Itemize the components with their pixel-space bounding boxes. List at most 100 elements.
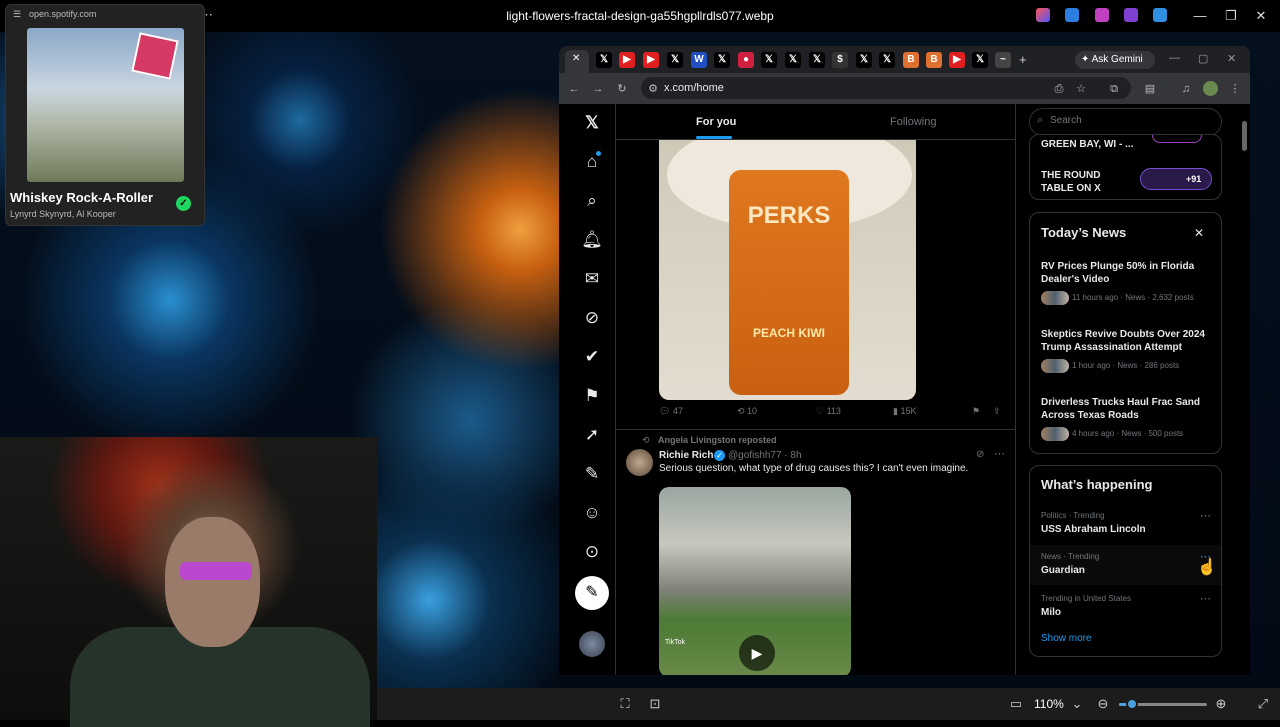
close-icon[interactable]: ✕ (1227, 52, 1236, 65)
profile-icon[interactable]: ☺ (575, 502, 609, 524)
side-panel-icon[interactable]: ▤ (1142, 82, 1158, 96)
repost-button[interactable]: ⟲ 10 (737, 406, 757, 417)
profile-avatar[interactable] (1203, 81, 1218, 96)
news-tab-icon[interactable]: W (691, 52, 707, 68)
repost-count: 10 (747, 406, 758, 416)
author-name[interactable]: Richie Rich (659, 450, 713, 461)
news-title[interactable]: Skeptics Revive Doubts Over 2024 Trump A… (1041, 328, 1216, 354)
trend-name[interactable]: Guardian (1041, 565, 1085, 576)
zoom-in-icon[interactable]: ⊕ (1212, 696, 1230, 712)
bookmark-star-icon[interactable]: ☆ (1073, 82, 1089, 96)
trend-name[interactable]: USS Abraham Lincoln (1041, 524, 1146, 535)
x-tab-icon[interactable]: 𝕏 (972, 52, 988, 68)
tab-for-you[interactable]: For you (696, 116, 736, 128)
trend-name[interactable]: Milo (1041, 607, 1061, 618)
menu-kebab-icon[interactable]: ⋮ (1227, 82, 1243, 96)
news-title[interactable]: Driverless Trucks Haul Frac Sand Across … (1041, 396, 1216, 422)
compose-post-button[interactable]: ✎ (575, 576, 609, 610)
scan-icon[interactable]: ⊡ (646, 696, 664, 712)
copilot-icon[interactable] (1036, 8, 1050, 22)
verified-icon[interactable]: ✔ (575, 346, 609, 368)
live-space-title[interactable]: GREEN BAY, WI - ... (1041, 139, 1133, 150)
post-video[interactable]: TikTok ▶ (659, 487, 851, 675)
app-icon[interactable] (1153, 8, 1167, 22)
site-tab-icon[interactable]: B (926, 52, 942, 68)
close-icon[interactable]: ✕ (1246, 6, 1276, 26)
more-icon[interactable]: ⋯ (994, 447, 1005, 460)
install-icon[interactable]: ⎙ (1051, 82, 1067, 96)
settings-icon[interactable]: ☰ (13, 9, 21, 20)
x-tab-icon[interactable]: 𝕏 (785, 52, 801, 68)
fit-icon[interactable]: ⛶ (616, 696, 634, 712)
site-tab-icon[interactable]: ~ (995, 52, 1011, 68)
saved-check-icon[interactable]: ✓ (176, 196, 191, 211)
show-more-link[interactable]: Show more (1041, 633, 1092, 644)
live-space-avatars[interactable] (1152, 135, 1202, 143)
reload-icon[interactable]: ↻ (614, 82, 630, 96)
forward-icon[interactable]: → (590, 82, 606, 96)
share-icon[interactable]: ⇪ (993, 406, 1001, 417)
post-image[interactable]: PERKS PEACH KIWI (659, 140, 916, 400)
play-icon[interactable]: ▶ (739, 635, 775, 671)
messages-icon[interactable]: ✉ (575, 268, 609, 290)
ask-gemini-button[interactable]: ✦ Ask Gemini (1075, 51, 1155, 69)
reposted-by[interactable]: Angela Livingston reposted (658, 435, 777, 445)
like-button[interactable]: ♡ 113 (816, 406, 841, 417)
minimize-icon[interactable]: — (1169, 52, 1180, 64)
minimize-icon[interactable]: — (1185, 6, 1215, 26)
more-icon[interactable]: ⋯ (1200, 592, 1211, 605)
explore-search-icon[interactable]: ⌕ (575, 190, 609, 212)
more-circle-icon[interactable]: ⊙ (575, 541, 609, 563)
grok-icon[interactable]: ⊘ (575, 307, 609, 329)
articles-icon[interactable]: ✎ (575, 463, 609, 485)
x-logo-icon[interactable]: 𝕏 (575, 112, 609, 134)
site-tab-icon[interactable]: $ (832, 52, 848, 68)
maximize-icon[interactable]: ❐ (1216, 6, 1246, 26)
x-tab-icon[interactable]: 𝕏 (879, 52, 895, 68)
notifications-bell-icon[interactable]: 🔔︎ (575, 229, 609, 251)
app-icon[interactable] (1065, 8, 1079, 22)
news-tab-icon[interactable]: ● (738, 52, 754, 68)
account-avatar[interactable] (579, 631, 605, 657)
rocket-icon[interactable]: ➚ (575, 424, 609, 446)
expand-icon[interactable]: ⤢ (1254, 696, 1272, 712)
x-tab-icon[interactable]: 𝕏 (856, 52, 872, 68)
back-icon[interactable]: ← (566, 82, 582, 96)
zoom-out-icon[interactable]: ⊖ (1094, 696, 1112, 712)
author-handle[interactable]: @gofishh77 · 8h (728, 450, 802, 461)
youtube-tab-icon[interactable]: ▶ (949, 52, 965, 68)
grok-icon[interactable]: ⊘ (976, 449, 984, 460)
news-title[interactable]: RV Prices Plunge 50% in Florida Dealer's… (1041, 260, 1216, 286)
youtube-tab-icon[interactable]: ▶ (619, 52, 635, 68)
youtube-tab-icon[interactable]: ▶ (643, 52, 659, 68)
more-icon[interactable]: ⋯ (1200, 509, 1211, 522)
tab-following[interactable]: Following (890, 116, 936, 128)
x-tab-icon[interactable]: 𝕏 (714, 52, 730, 68)
media-icon[interactable]: ♫ (1178, 82, 1194, 96)
site-info-icon[interactable]: ⚙ (645, 82, 661, 96)
close-icon[interactable]: ✕ (1194, 226, 1204, 240)
maximize-icon[interactable]: ▢ (1198, 52, 1208, 65)
scrollbar[interactable] (1242, 121, 1247, 151)
x-tab-icon[interactable]: 𝕏 (596, 52, 612, 68)
x-tab-icon[interactable]: 𝕏 (761, 52, 777, 68)
close-tab-icon[interactable]: ✕ (572, 53, 580, 64)
home-icon[interactable]: ⌂ (575, 151, 609, 173)
author-avatar[interactable] (626, 449, 653, 476)
live-space-title[interactable]: THE ROUND TABLE ON X (1041, 169, 1121, 195)
app-icon[interactable] (1095, 8, 1109, 22)
extensions-icon[interactable]: ⧉ (1106, 82, 1122, 96)
x-tab-icon[interactable]: 𝕏 (667, 52, 683, 68)
bookmark-icon[interactable]: ⚑ (972, 406, 980, 417)
views-button[interactable]: ▮ 15K (893, 406, 916, 417)
site-tab-icon[interactable]: B (903, 52, 919, 68)
chevron-down-icon[interactable]: ⌄ (1068, 696, 1086, 712)
app-icon[interactable] (1124, 8, 1138, 22)
new-tab-icon[interactable]: + (1019, 52, 1027, 67)
x-tab-icon[interactable]: 𝕏 (809, 52, 825, 68)
aspect-icon[interactable]: ▭ (1007, 696, 1025, 712)
zoom-level[interactable]: 110% (1034, 697, 1064, 711)
bookmarks-icon[interactable]: ⚑ (575, 385, 609, 407)
reply-button[interactable]: 💬︎ 47 (659, 406, 683, 417)
repost-icon: ⟲ (737, 406, 748, 416)
